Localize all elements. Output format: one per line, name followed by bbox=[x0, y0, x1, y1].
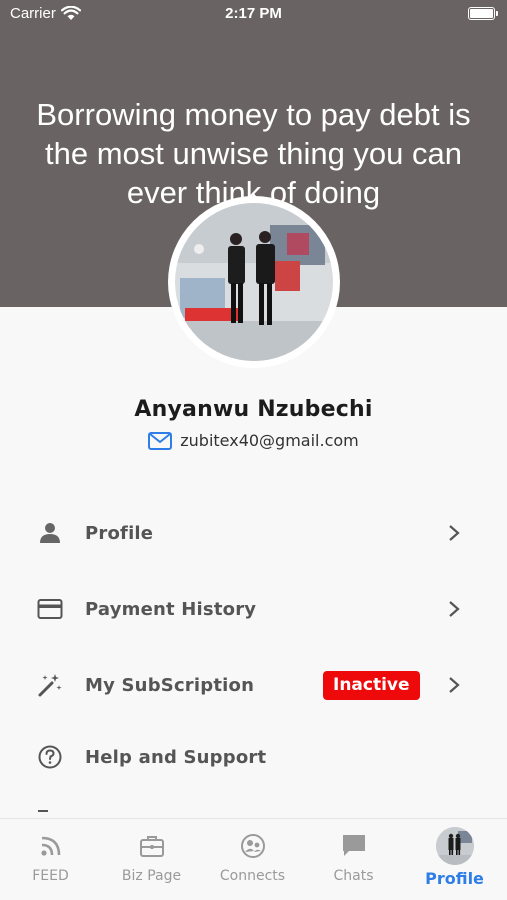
rss-icon bbox=[36, 831, 66, 861]
tab-label-chats: Chats bbox=[333, 868, 374, 884]
menu-next-item-peek bbox=[38, 810, 48, 818]
subscription-status-badge: Inactive bbox=[323, 670, 420, 700]
chevron-right-icon bbox=[449, 601, 460, 617]
menu-item-subscription[interactable]: My SubScription Inactive bbox=[0, 655, 507, 715]
tab-connects[interactable]: Connects bbox=[202, 819, 303, 900]
credit-card-icon bbox=[36, 595, 64, 623]
bottom-tab-bar: FEED Biz Page Connects Chats Profile bbox=[0, 818, 507, 900]
tab-profile-avatar bbox=[435, 827, 474, 865]
tab-label-profile: Profile bbox=[425, 869, 484, 888]
tab-profile[interactable]: Profile bbox=[404, 819, 505, 900]
battery-icon bbox=[468, 7, 498, 20]
email-text: zubitex40@gmail.com bbox=[180, 431, 359, 450]
status-time: 2:17 PM bbox=[225, 5, 282, 22]
status-bar: Carrier 2:17 PM bbox=[0, 0, 507, 30]
menu-item-payment-history[interactable]: Payment History bbox=[0, 579, 507, 639]
briefcase-icon bbox=[137, 831, 167, 861]
menu-label-payment-history: Payment History bbox=[85, 598, 257, 620]
profile-photo bbox=[175, 203, 333, 361]
help-circle-icon bbox=[36, 743, 64, 771]
tab-label-connects: Connects bbox=[219, 868, 286, 884]
person-icon bbox=[36, 519, 64, 547]
menu-item-help-support[interactable]: Help and Support bbox=[0, 727, 507, 787]
menu-label-profile: Profile bbox=[85, 522, 154, 544]
connects-icon bbox=[238, 831, 268, 861]
profile-avatar[interactable] bbox=[168, 196, 340, 368]
tab-feed[interactable]: FEED bbox=[0, 819, 101, 900]
tab-chats[interactable]: Chats bbox=[303, 819, 404, 900]
quote-text: Borrowing money to pay debt is the most … bbox=[36, 97, 471, 210]
chat-bubble-icon bbox=[339, 831, 369, 861]
email-row: zubitex40@gmail.com bbox=[0, 431, 507, 450]
menu-label-subscription: My SubScription bbox=[85, 674, 255, 696]
chevron-right-icon bbox=[449, 677, 460, 693]
magic-wand-icon bbox=[36, 671, 64, 699]
chevron-right-icon bbox=[449, 525, 460, 541]
tab-label-feed: FEED bbox=[32, 868, 69, 884]
menu-label-help-support: Help and Support bbox=[85, 746, 267, 768]
menu-item-profile[interactable]: Profile bbox=[0, 503, 507, 563]
mail-icon bbox=[148, 431, 173, 450]
tab-label-biz-page: Biz Page bbox=[121, 868, 182, 884]
tab-biz-page[interactable]: Biz Page bbox=[101, 819, 202, 900]
user-name: Anyanwu Nzubechi bbox=[134, 397, 373, 422]
